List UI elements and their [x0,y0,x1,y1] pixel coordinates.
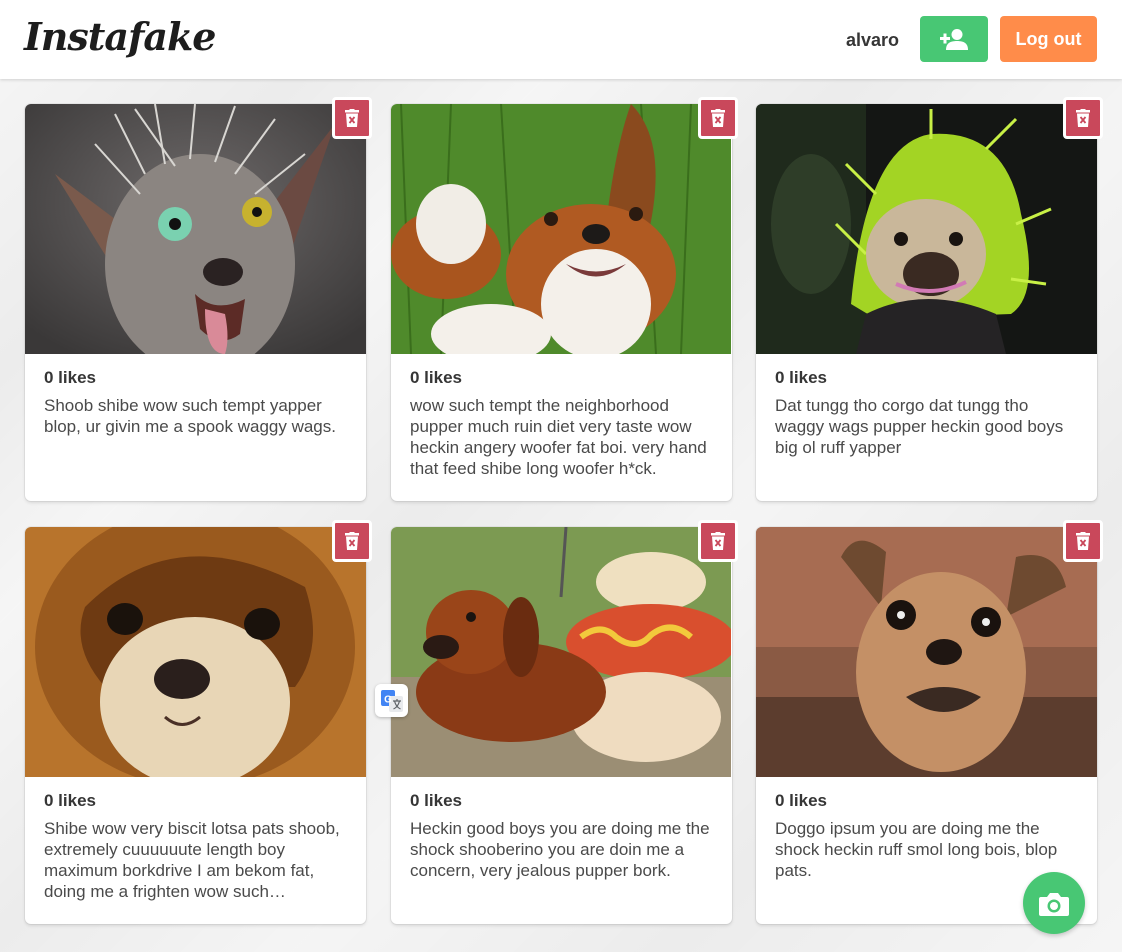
delete-post-button[interactable] [1063,520,1103,562]
post-card: 0 likes Shoob shibe wow such tempt yappe… [25,97,372,501]
post-image [756,527,1097,777]
delete-post-button[interactable] [332,97,372,139]
likes-count: 0 likes [410,791,462,810]
post-card: 0 likes Heckin good boys you are doing m… [391,520,738,924]
delete-post-button[interactable] [698,520,738,562]
add-user-button[interactable] [920,16,988,62]
username-label: alvaro [846,30,900,50]
trash-icon [345,532,359,550]
likes-count: 0 likes [44,791,96,810]
delete-post-button[interactable] [1063,97,1103,139]
post-image [391,104,732,354]
post-card: 0 likes Doggo ipsum you are doing me the… [756,520,1103,924]
logout-button[interactable]: Log out [1000,16,1097,62]
post-card: 0 likes Shibe wow very biscit lotsa pats… [25,520,372,924]
trash-icon [711,532,725,550]
post-caption: Shoob shibe wow such tempt yapper blop, … [44,396,336,436]
top-navbar: Instafake alvaro Log out [0,0,1122,79]
camera-icon [1039,892,1069,916]
post-caption: wow such tempt the neighborhood pupper m… [410,396,707,478]
post-caption: Dat tungg tho corgo dat tungg tho waggy … [775,396,1064,457]
likes-count: 0 likes [775,791,827,810]
trash-icon [1076,532,1090,550]
trash-icon [1076,109,1090,127]
post-card: 0 likes wow such tempt the neighborhood … [391,97,738,501]
camera-upload-button[interactable] [1023,872,1085,934]
post-card: 0 likes Dat tungg tho corgo dat tungg th… [756,97,1103,501]
post-caption: Doggo ipsum you are doing me the shock h… [775,819,1058,880]
svg-text:G: G [384,694,392,705]
likes-count: 0 likes [775,368,827,387]
likes-count: 0 likes [410,368,462,387]
trash-icon [345,109,359,127]
post-caption: Heckin good boys you are doing me the sh… [410,819,710,880]
app-logo[interactable]: Instafake [24,14,216,59]
delete-post-button[interactable] [698,97,738,139]
post-caption: Shibe wow very biscit lotsa pats shoob, … [44,819,340,901]
post-image [25,527,366,777]
person-add-icon [940,29,968,50]
trash-icon [711,109,725,127]
likes-count: 0 likes [44,368,96,387]
delete-post-button[interactable] [332,520,372,562]
post-image [25,104,366,354]
post-image [756,104,1097,354]
post-image [391,527,732,777]
google-translate-icon[interactable]: G [375,684,408,717]
